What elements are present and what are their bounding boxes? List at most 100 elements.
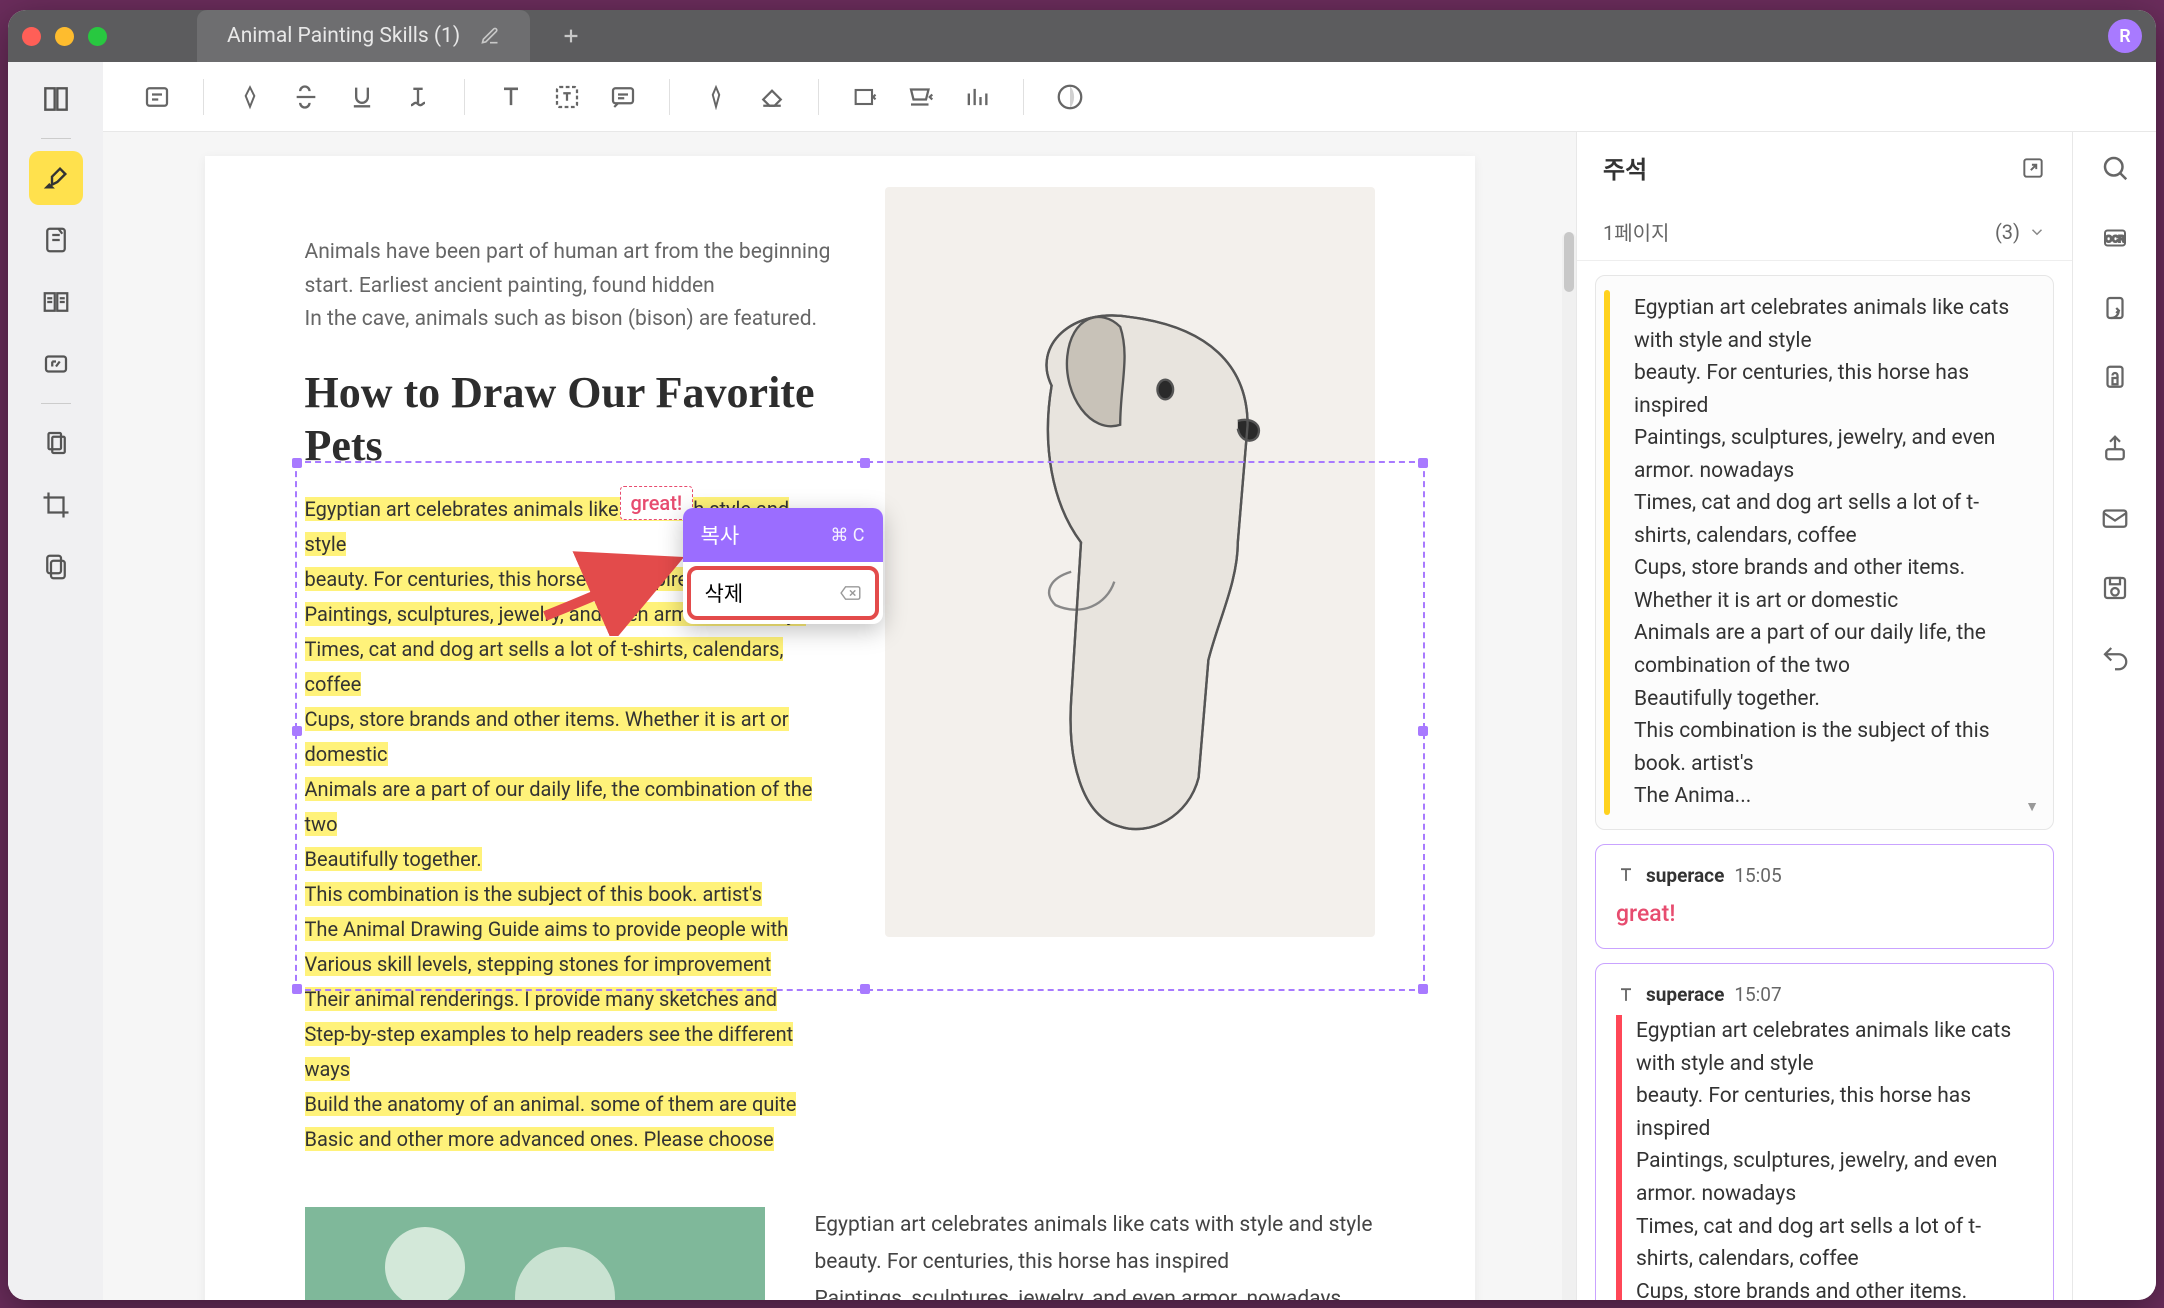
annotation-body: great! (1616, 896, 2033, 932)
highlighted-line: This combination is the subject of this … (305, 882, 762, 906)
separator (41, 403, 71, 404)
toolbar-divider (203, 79, 204, 115)
context-delete-item[interactable]: 삭제 (687, 566, 879, 620)
titlebar: Animal Painting Skills (1) R (8, 10, 2156, 62)
share-icon[interactable] (2095, 428, 2135, 468)
body-line: Egyptian art celebrates animals like cat… (815, 1207, 1375, 1244)
highlighted-line: Their animal renderings. I provide many … (305, 987, 778, 1011)
page-copy-tool[interactable] (29, 540, 83, 594)
search-icon[interactable] (2095, 148, 2135, 188)
content-row: Animals have been part of human art from… (103, 132, 2156, 1300)
minimize-window-icon[interactable] (55, 27, 74, 46)
body-line: beauty. For centuries, this horse has in… (815, 1244, 1375, 1281)
maximize-window-icon[interactable] (88, 27, 107, 46)
body: Animals have been part of human art from… (8, 62, 2156, 1300)
toolbar-divider (818, 79, 819, 115)
text-type-t-icon (1616, 985, 1636, 1005)
pen-icon[interactable] (226, 73, 274, 121)
popout-icon[interactable] (2020, 155, 2046, 181)
book-view-tool[interactable] (29, 72, 83, 126)
textbox-tool[interactable] (29, 337, 83, 391)
chevron-down-icon[interactable] (2028, 223, 2046, 241)
document-viewport[interactable]: Animals have been part of human art from… (103, 132, 1576, 1300)
edit-tab-icon[interactable] (480, 26, 500, 46)
chart-icon[interactable] (953, 73, 1001, 121)
lower-text-block: Egyptian art celebrates animals like cat… (815, 1207, 1375, 1300)
delete-label: 삭제 (705, 578, 744, 608)
annotation-time: 15:07 (1734, 980, 1781, 1009)
toolbar-divider (464, 79, 465, 115)
lower-section: Egyptian art celebrates animals like cat… (305, 1207, 1375, 1300)
annotations-panel: 주석 1페이지 (3) Egyptian art celebrates (1576, 132, 2072, 1300)
text-squiggle-icon[interactable] (394, 73, 442, 121)
annotation-meta: superace 15:07 (1616, 980, 2033, 1009)
top-toolbar (103, 62, 2156, 132)
text-frame-icon[interactable] (543, 73, 591, 121)
annotation-card-comment[interactable]: superace 15:05 great! (1595, 844, 2054, 949)
scroll-thumb[interactable] (1564, 232, 1574, 292)
highlighted-line: The Animal Drawing Guide aims to provide… (305, 917, 789, 941)
text-t-icon[interactable] (487, 73, 535, 121)
eraser-icon[interactable] (748, 73, 796, 121)
annotation-count: (3) (1995, 220, 2020, 244)
highlighter-tool[interactable] (29, 151, 83, 205)
annotation-meta: superace 15:05 (1616, 861, 2033, 890)
chevron-down-icon[interactable]: ▼ (2025, 797, 2039, 819)
scissors-tool[interactable] (29, 416, 83, 470)
crop-tool[interactable] (29, 478, 83, 532)
document-tab[interactable]: Animal Painting Skills (1) (197, 10, 530, 62)
toolbar-divider (669, 79, 670, 115)
tab-title: Animal Painting Skills (1) (227, 24, 460, 48)
context-copy-item[interactable]: 복사 ⌘ C (683, 508, 883, 562)
resize-handle[interactable] (1418, 984, 1428, 994)
close-window-icon[interactable] (22, 27, 41, 46)
main: Animals have been part of human art from… (103, 62, 2156, 1300)
ocr-icon[interactable]: OCR (2095, 218, 2135, 258)
strikethrough-icon[interactable] (282, 73, 330, 121)
save-icon[interactable] (2095, 568, 2135, 608)
lock-page-icon[interactable] (2095, 358, 2135, 398)
document-page: Animals have been part of human art from… (205, 156, 1475, 1300)
shape-rect-icon[interactable] (841, 73, 889, 121)
paragraph-icon[interactable] (133, 73, 181, 121)
stamp-icon[interactable] (897, 73, 945, 121)
text-type-t-icon (1616, 865, 1636, 885)
annotation-card-highlight-red[interactable]: superace 15:07 Egyptian art celebrates a… (1595, 963, 2054, 1300)
resize-handle[interactable] (292, 726, 302, 736)
resize-handle[interactable] (292, 458, 302, 468)
resize-handle[interactable] (1418, 726, 1428, 736)
annotations-list[interactable]: Egyptian art celebrates animals like cat… (1577, 261, 2072, 1300)
callout-icon[interactable] (599, 73, 647, 121)
highlighted-line: Build the anatomy of an animal. some of … (305, 1092, 797, 1116)
rotate-icon[interactable] (2095, 288, 2135, 328)
new-tab-icon[interactable] (560, 25, 582, 47)
underline-icon[interactable] (338, 73, 386, 121)
toolbar-divider (1023, 79, 1024, 115)
heading: How to Draw Our Favorite Pets (305, 367, 825, 473)
highlighted-line: Animals are a part of our daily life, th… (305, 777, 813, 836)
dog-illustration (885, 187, 1375, 937)
annotation-user: superace (1646, 980, 1724, 1009)
scrollbar[interactable] (1562, 232, 1576, 1300)
annotation-user: superace (1646, 861, 1724, 890)
backspace-icon (839, 585, 861, 601)
comment-tag[interactable]: great! (620, 486, 694, 520)
sphere-icon[interactable] (1046, 73, 1094, 121)
note-tool[interactable] (29, 213, 83, 267)
page-label: 1페이지 (1603, 217, 1669, 246)
page-summary-row[interactable]: 1페이지 (3) (1577, 203, 2072, 261)
annotation-card-highlight[interactable]: Egyptian art celebrates animals like cat… (1595, 275, 2054, 830)
copy-shortcut: ⌘ C (830, 525, 864, 546)
resize-handle[interactable] (1418, 458, 1428, 468)
annotation-time: 15:05 (1734, 861, 1781, 890)
marker-icon[interactable] (692, 73, 740, 121)
resize-handle[interactable] (292, 984, 302, 994)
profile-avatar[interactable]: R (2108, 19, 2142, 53)
mail-icon[interactable] (2095, 498, 2135, 538)
highlighted-line: Cups, store brands and other items. Whet… (305, 707, 789, 766)
page-double-tool[interactable] (29, 275, 83, 329)
plant-image (305, 1207, 765, 1300)
annotation-text: Egyptian art celebrates animals like cat… (1634, 292, 2033, 813)
undo-icon[interactable] (2095, 638, 2135, 678)
left-rail (8, 62, 103, 1300)
